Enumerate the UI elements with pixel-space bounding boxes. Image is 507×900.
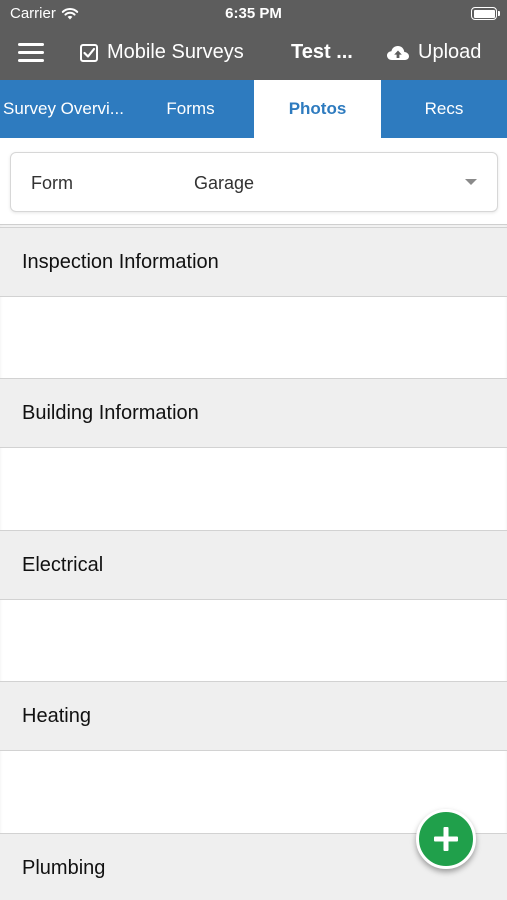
status-time: 6:35 PM bbox=[225, 5, 282, 22]
checkbox-icon bbox=[80, 43, 98, 62]
battery-icon bbox=[471, 7, 500, 20]
tab-bar: Survey Overvi... Forms Photos Recs bbox=[0, 80, 507, 138]
photo-sections-list[interactable]: Inspection Information Building Informat… bbox=[0, 224, 507, 900]
section-header-electrical[interactable]: Electrical bbox=[0, 530, 507, 600]
section-header-heating[interactable]: Heating bbox=[0, 681, 507, 751]
survey-name: Test ... bbox=[291, 41, 353, 63]
form-selector-label: Form bbox=[31, 173, 73, 193]
tab-photos[interactable]: Photos bbox=[254, 80, 381, 138]
app-title-label: Mobile Surveys bbox=[107, 41, 244, 63]
form-selector-value: Garage bbox=[194, 173, 255, 193]
chevron-down-icon bbox=[465, 179, 477, 185]
app-bar: Mobile Surveys Test ... Upload bbox=[0, 28, 507, 80]
header: Carrier 6:35 PM Mobile Surveys Test ... bbox=[0, 0, 507, 80]
hamburger-menu-icon[interactable] bbox=[18, 43, 44, 63]
add-photo-button[interactable] bbox=[416, 809, 476, 869]
section-header-building-information[interactable]: Building Information bbox=[0, 378, 507, 448]
form-selector[interactable]: Form Garage bbox=[10, 152, 498, 212]
tab-recs[interactable]: Recs bbox=[381, 80, 507, 138]
tab-survey-overview[interactable]: Survey Overvi... bbox=[0, 80, 127, 138]
plus-icon bbox=[434, 827, 458, 851]
section-header-inspection-information[interactable]: Inspection Information bbox=[0, 227, 507, 297]
upload-label: Upload bbox=[418, 41, 482, 63]
cloud-upload-icon bbox=[387, 45, 409, 60]
tab-forms[interactable]: Forms bbox=[127, 80, 254, 138]
app-title: Mobile Surveys bbox=[79, 41, 244, 64]
upload-button[interactable]: Upload bbox=[386, 41, 481, 64]
status-bar: Carrier 6:35 PM bbox=[0, 0, 507, 28]
